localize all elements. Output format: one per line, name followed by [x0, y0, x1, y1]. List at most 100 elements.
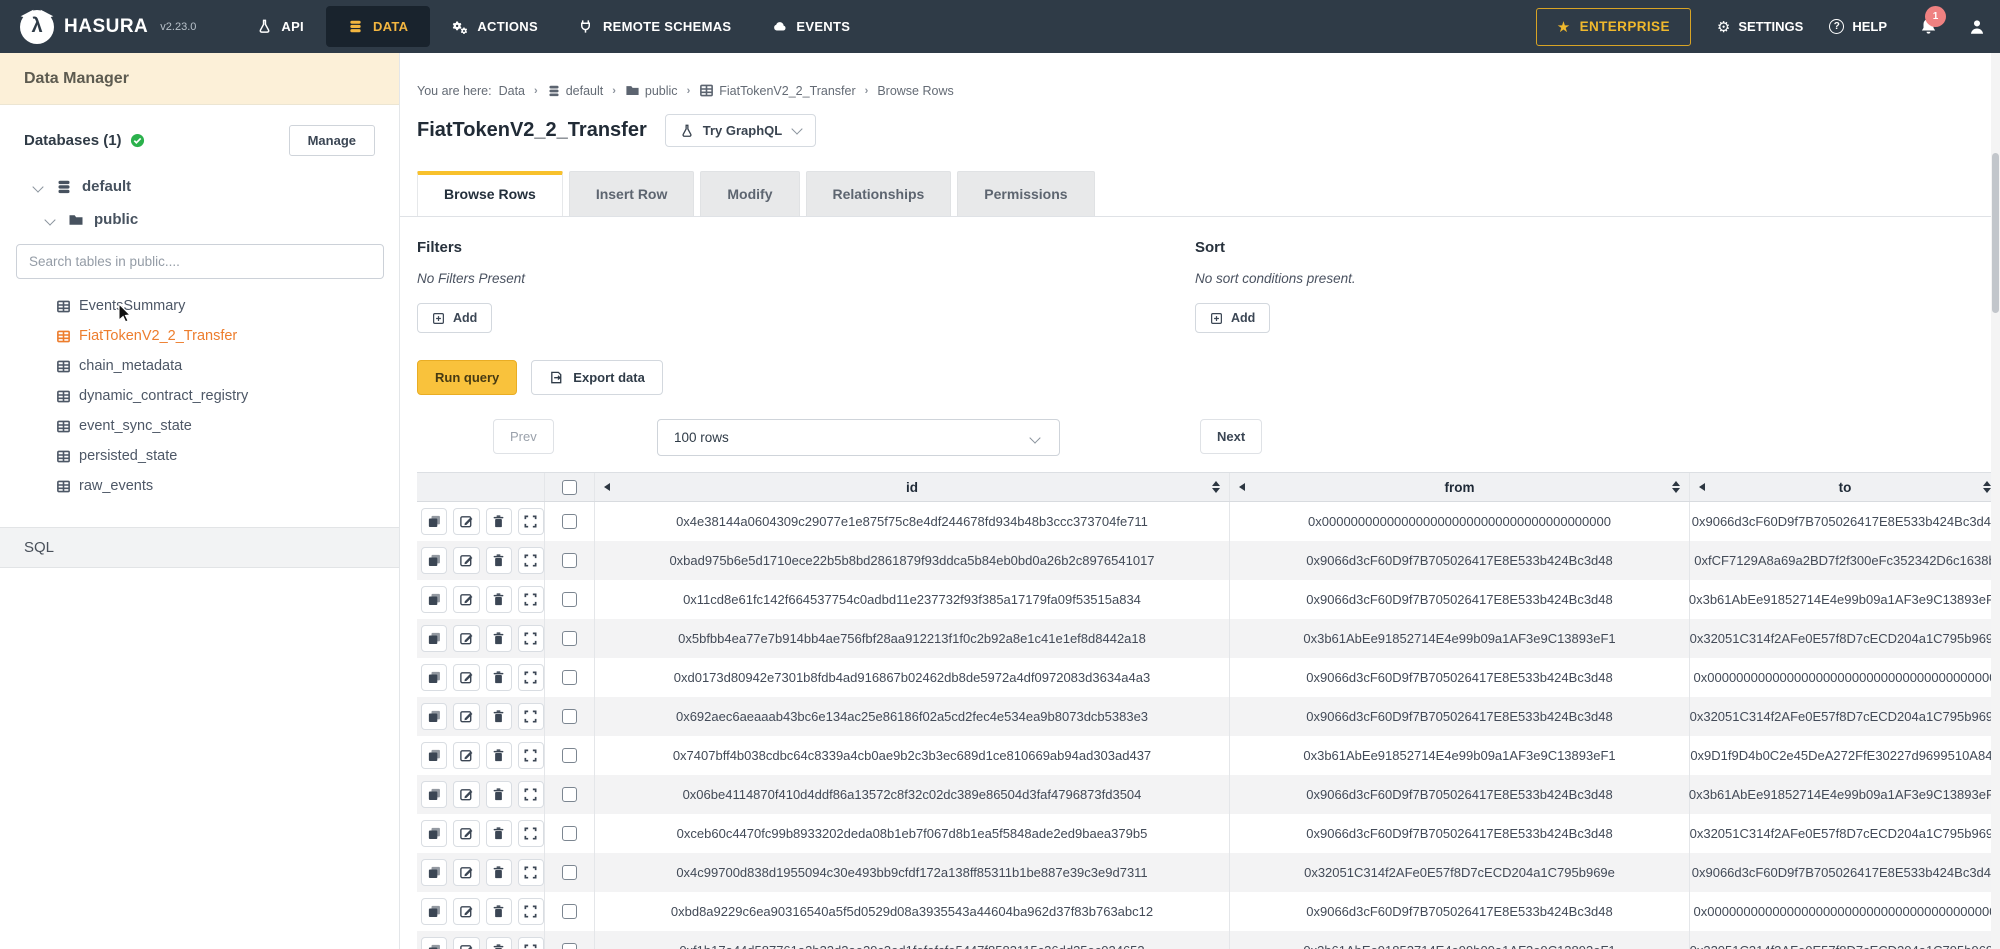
- copy-row-button[interactable]: [421, 937, 447, 949]
- delete-row-button[interactable]: [486, 547, 512, 574]
- search-tables-input[interactable]: [16, 244, 384, 279]
- sort-icon[interactable]: [1983, 481, 1991, 493]
- collapse-column-icon[interactable]: [604, 483, 610, 491]
- row-checkbox[interactable]: [562, 943, 577, 949]
- scrollbar-thumb[interactable]: [1992, 153, 1999, 313]
- expand-row-button[interactable]: [518, 898, 544, 925]
- copy-row-button[interactable]: [421, 742, 447, 769]
- nav-item-events[interactable]: EVENTS: [751, 0, 870, 53]
- tab-permissions[interactable]: Permissions: [957, 171, 1094, 216]
- nav-item-actions[interactable]: ACTIONS: [432, 0, 558, 53]
- expand-row-button[interactable]: [518, 859, 544, 886]
- expand-row-button[interactable]: [518, 547, 544, 574]
- user-menu-button[interactable]: [1968, 18, 1986, 36]
- breadcrumb-item-data[interactable]: Data: [499, 84, 525, 98]
- expand-row-button[interactable]: [518, 508, 544, 535]
- nav-item-remote-schemas[interactable]: REMOTE SCHEMAS: [558, 0, 751, 53]
- tree-database-default[interactable]: default: [0, 156, 399, 195]
- sort-icon[interactable]: [1672, 481, 1680, 493]
- sidebar-table-EventsSummary[interactable]: EventsSummary: [56, 291, 399, 321]
- delete-row-button[interactable]: [486, 859, 512, 886]
- delete-row-button[interactable]: [486, 937, 512, 949]
- edit-row-button[interactable]: [453, 586, 479, 613]
- nav-item-data[interactable]: DATA: [326, 6, 430, 47]
- row-checkbox[interactable]: [562, 631, 577, 646]
- tree-schema-public[interactable]: public: [0, 195, 399, 228]
- copy-row-button[interactable]: [421, 547, 447, 574]
- column-header-to[interactable]: to: [1690, 473, 2000, 501]
- notifications-button[interactable]: 1: [1919, 17, 1938, 36]
- copy-row-button[interactable]: [421, 625, 447, 652]
- manage-button[interactable]: Manage: [289, 125, 375, 156]
- copy-row-button[interactable]: [421, 586, 447, 613]
- edit-row-button[interactable]: [453, 742, 479, 769]
- copy-row-button[interactable]: [421, 859, 447, 886]
- row-checkbox[interactable]: [562, 865, 577, 880]
- delete-row-button[interactable]: [486, 664, 512, 691]
- edit-row-button[interactable]: [453, 703, 479, 730]
- breadcrumb-item-default[interactable]: default: [547, 84, 604, 98]
- breadcrumb-item-fiattokenv2_2_transfer[interactable]: FiatTokenV2_2_Transfer: [699, 83, 855, 98]
- copy-row-button[interactable]: [421, 898, 447, 925]
- delete-row-button[interactable]: [486, 625, 512, 652]
- row-checkbox[interactable]: [562, 553, 577, 568]
- copy-row-button[interactable]: [421, 703, 447, 730]
- expand-row-button[interactable]: [518, 820, 544, 847]
- tab-insert-row[interactable]: Insert Row: [569, 171, 695, 216]
- delete-row-button[interactable]: [486, 898, 512, 925]
- add-filter-button[interactable]: Add: [417, 303, 492, 333]
- chevron-down-icon[interactable]: [44, 214, 55, 225]
- rows-per-page-select[interactable]: 100 rows: [657, 419, 1060, 456]
- delete-row-button[interactable]: [486, 703, 512, 730]
- collapse-column-icon[interactable]: [1239, 483, 1245, 491]
- edit-row-button[interactable]: [453, 937, 479, 949]
- export-data-button[interactable]: Export data: [531, 360, 663, 395]
- edit-row-button[interactable]: [453, 898, 479, 925]
- edit-row-button[interactable]: [453, 547, 479, 574]
- edit-row-button[interactable]: [453, 859, 479, 886]
- sort-icon[interactable]: [1212, 481, 1220, 493]
- row-checkbox[interactable]: [562, 709, 577, 724]
- enterprise-button[interactable]: ★ ENTERPRISE: [1536, 8, 1691, 46]
- delete-row-button[interactable]: [486, 508, 512, 535]
- row-checkbox[interactable]: [562, 592, 577, 607]
- sidebar-table-persisted_state[interactable]: persisted_state: [56, 441, 399, 471]
- copy-row-button[interactable]: [421, 664, 447, 691]
- add-sort-button[interactable]: Add: [1195, 303, 1270, 333]
- column-header-from[interactable]: from: [1230, 473, 1690, 501]
- chevron-down-icon[interactable]: [32, 181, 43, 192]
- delete-row-button[interactable]: [486, 586, 512, 613]
- row-checkbox[interactable]: [562, 787, 577, 802]
- copy-row-button[interactable]: [421, 820, 447, 847]
- row-checkbox[interactable]: [562, 514, 577, 529]
- try-graphql-button[interactable]: Try GraphQL: [665, 114, 816, 147]
- next-page-button[interactable]: Next: [1200, 419, 1262, 454]
- vertical-scrollbar[interactable]: [1991, 53, 2000, 949]
- row-checkbox[interactable]: [562, 670, 577, 685]
- row-checkbox[interactable]: [562, 904, 577, 919]
- delete-row-button[interactable]: [486, 781, 512, 808]
- copy-row-button[interactable]: [421, 508, 447, 535]
- sidebar-table-event_sync_state[interactable]: event_sync_state: [56, 411, 399, 441]
- nav-item-api[interactable]: API: [236, 0, 324, 53]
- expand-row-button[interactable]: [518, 703, 544, 730]
- edit-row-button[interactable]: [453, 625, 479, 652]
- sidebar-table-chain_metadata[interactable]: chain_metadata: [56, 351, 399, 381]
- tab-relationships[interactable]: Relationships: [806, 171, 952, 216]
- breadcrumb-item-public[interactable]: public: [625, 83, 678, 98]
- collapse-column-icon[interactable]: [1699, 483, 1705, 491]
- run-query-button[interactable]: Run query: [417, 360, 517, 395]
- row-checkbox[interactable]: [562, 748, 577, 763]
- expand-row-button[interactable]: [518, 586, 544, 613]
- hasura-brand[interactable]: λ HASURA v2.23.0: [20, 10, 196, 44]
- expand-row-button[interactable]: [518, 781, 544, 808]
- expand-row-button[interactable]: [518, 664, 544, 691]
- expand-row-button[interactable]: [518, 625, 544, 652]
- tab-modify[interactable]: Modify: [700, 171, 799, 216]
- select-all-checkbox[interactable]: [562, 480, 577, 495]
- prev-page-button[interactable]: Prev: [493, 419, 554, 454]
- sidebar-table-raw_events[interactable]: raw_events: [56, 471, 399, 501]
- sidebar-table-FiatTokenV2_2_Transfer[interactable]: FiatTokenV2_2_Transfer: [56, 321, 399, 351]
- settings-button[interactable]: ⚙ SETTINGS: [1717, 18, 1803, 36]
- delete-row-button[interactable]: [486, 820, 512, 847]
